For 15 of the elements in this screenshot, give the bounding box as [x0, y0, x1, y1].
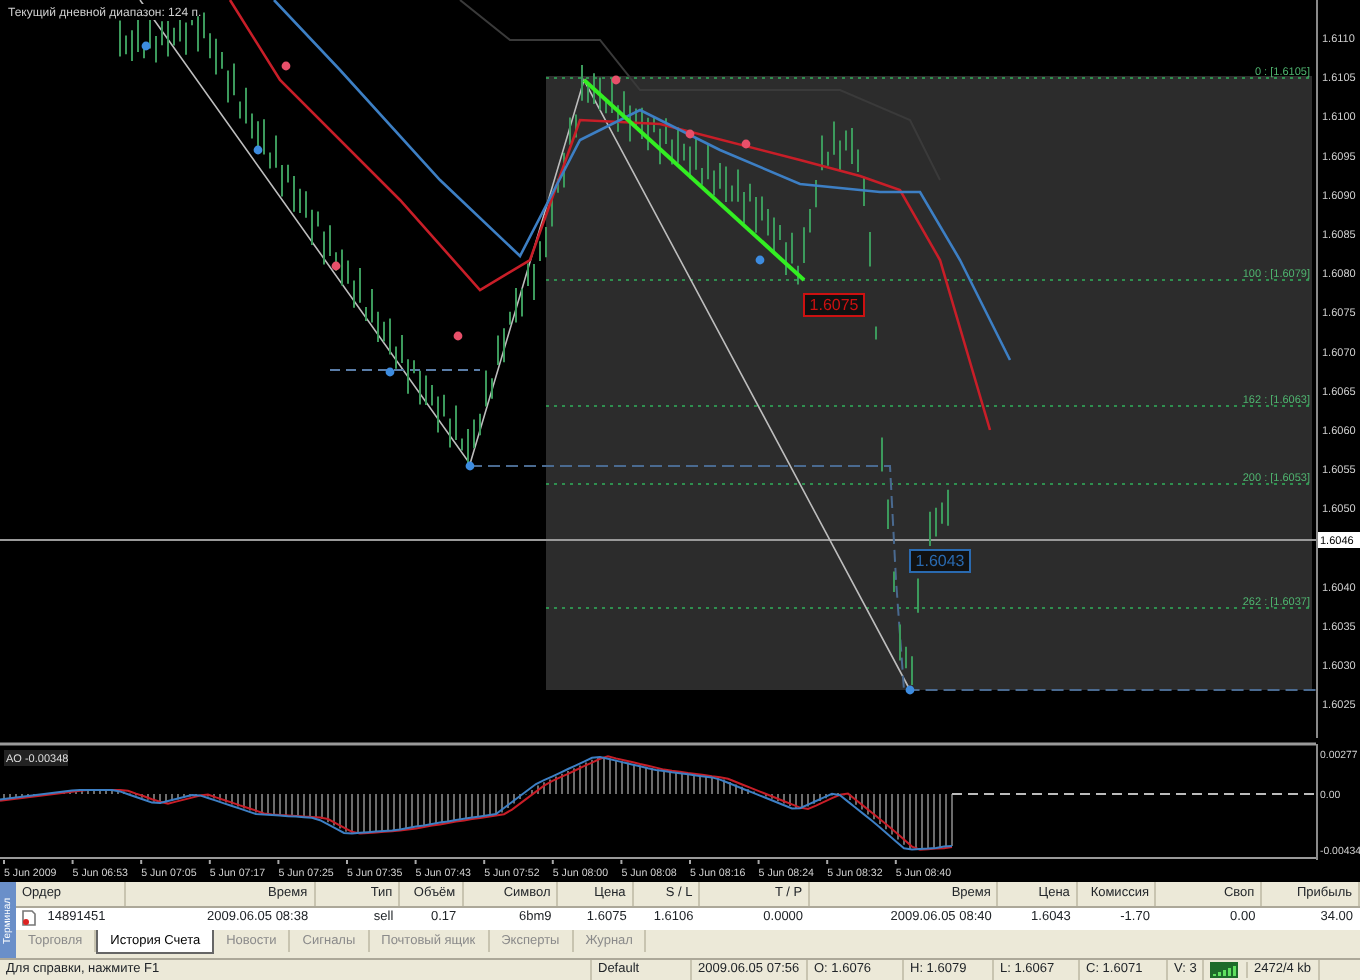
fractal-marker — [453, 331, 463, 341]
trade-price-label: 1.6075 — [803, 293, 865, 317]
fractal-marker — [741, 139, 751, 149]
fractal-marker — [141, 41, 151, 51]
fractal-marker — [905, 685, 915, 695]
fractal-marker — [755, 255, 765, 265]
fractal-marker — [253, 145, 263, 155]
fractal-marker — [685, 129, 695, 139]
fractal-marker — [331, 261, 341, 271]
fractal-marker — [281, 61, 291, 71]
connection-bars-icon — [1210, 962, 1238, 978]
fractal-marker — [465, 461, 475, 471]
fractal-marker — [385, 367, 395, 377]
trade-price-label: 1.6043 — [909, 549, 971, 573]
fractal-marker — [611, 75, 621, 85]
